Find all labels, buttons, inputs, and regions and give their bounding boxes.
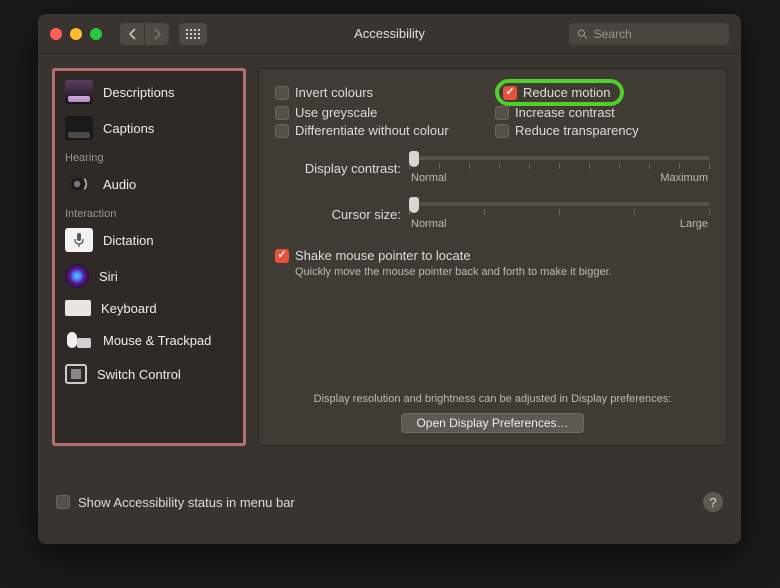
use-greyscale-checkbox[interactable] bbox=[275, 106, 289, 120]
checkbox-label: Differentiate without colour bbox=[295, 123, 449, 138]
checkbox-label: Reduce motion bbox=[523, 85, 610, 100]
cursor-size-slider[interactable] bbox=[409, 202, 710, 206]
checkbox-label: Reduce transparency bbox=[515, 123, 639, 138]
sidebar-group-interaction: Interaction bbox=[55, 202, 243, 222]
shake-pointer-row[interactable]: Shake mouse pointer to locate bbox=[275, 248, 710, 263]
display-contrast-label: Display contrast: bbox=[275, 161, 409, 176]
slider-thumb[interactable] bbox=[409, 151, 419, 167]
sidebar-item-label: Switch Control bbox=[97, 367, 181, 382]
sidebar-item-label: Descriptions bbox=[103, 85, 175, 100]
increase-contrast-checkbox[interactable] bbox=[495, 106, 509, 120]
category-sidebar[interactable]: Descriptions Captions Hearing Audio Inte… bbox=[52, 68, 246, 446]
window-controls bbox=[50, 28, 102, 40]
sidebar-item-dictation[interactable]: Dictation bbox=[55, 222, 243, 258]
display-settings-pane: Invert colours Reduce motion Use greysca… bbox=[258, 68, 727, 446]
forward-button[interactable] bbox=[145, 23, 169, 45]
help-button[interactable]: ? bbox=[703, 492, 723, 512]
reduce-motion-checkbox[interactable] bbox=[503, 86, 517, 100]
display-preferences-hint: Display resolution and brightness can be… bbox=[275, 393, 710, 405]
reduce-transparency-checkbox[interactable] bbox=[495, 124, 509, 138]
search-field-wrap[interactable] bbox=[569, 23, 729, 45]
open-display-preferences-button[interactable]: Open Display Preferences… bbox=[401, 413, 583, 433]
show-all-button[interactable] bbox=[179, 23, 207, 45]
sidebar-item-audio[interactable]: Audio bbox=[55, 166, 243, 202]
sidebar-group-hearing: Hearing bbox=[55, 146, 243, 166]
slider-max-label: Maximum bbox=[660, 172, 708, 184]
search-input[interactable] bbox=[594, 27, 721, 41]
show-accessibility-status-label: Show Accessibility status in menu bar bbox=[78, 495, 295, 510]
use-greyscale-row[interactable]: Use greyscale bbox=[275, 105, 495, 120]
reduce-motion-row[interactable]: Reduce motion bbox=[495, 83, 710, 102]
descriptions-icon bbox=[65, 80, 93, 104]
search-icon bbox=[577, 28, 588, 40]
checkbox-label: Increase contrast bbox=[515, 105, 615, 120]
reduce-motion-highlight: Reduce motion bbox=[495, 79, 624, 106]
siri-icon bbox=[65, 264, 89, 288]
checkbox-label: Shake mouse pointer to locate bbox=[295, 248, 471, 263]
zoom-button[interactable] bbox=[90, 28, 102, 40]
checkbox-label: Invert colours bbox=[295, 85, 373, 100]
sidebar-item-captions[interactable]: Captions bbox=[55, 110, 243, 146]
increase-contrast-row[interactable]: Increase contrast bbox=[495, 105, 710, 120]
checkbox-label: Use greyscale bbox=[295, 105, 377, 120]
sidebar-item-label: Dictation bbox=[103, 233, 154, 248]
sidebar-item-label: Siri bbox=[99, 269, 118, 284]
keyboard-icon bbox=[65, 300, 91, 316]
switch-control-icon bbox=[65, 364, 87, 384]
mouse-trackpad-icon bbox=[65, 328, 93, 352]
sidebar-item-label: Audio bbox=[103, 177, 136, 192]
sidebar-item-label: Keyboard bbox=[101, 301, 157, 316]
sidebar-item-mouse-trackpad[interactable]: Mouse & Trackpad bbox=[55, 322, 243, 358]
slider-min-label: Normal bbox=[411, 172, 446, 184]
audio-icon bbox=[65, 172, 93, 196]
slider-min-label: Normal bbox=[411, 218, 446, 230]
slider-max-label: Large bbox=[680, 218, 708, 230]
invert-colours-row[interactable]: Invert colours bbox=[275, 83, 495, 102]
reduce-transparency-row[interactable]: Reduce transparency bbox=[495, 123, 710, 138]
minimize-button[interactable] bbox=[70, 28, 82, 40]
display-contrast-slider[interactable] bbox=[409, 156, 710, 160]
differentiate-without-colour-row[interactable]: Differentiate without colour bbox=[275, 123, 495, 138]
shake-pointer-checkbox[interactable] bbox=[275, 249, 289, 263]
dictation-icon bbox=[65, 228, 93, 252]
sidebar-item-label: Captions bbox=[103, 121, 154, 136]
sidebar-item-keyboard[interactable]: Keyboard bbox=[55, 294, 243, 322]
shake-pointer-description: Quickly move the mouse pointer back and … bbox=[295, 266, 710, 278]
sidebar-item-label: Mouse & Trackpad bbox=[103, 333, 211, 348]
bottom-bar: Show Accessibility status in menu bar ? bbox=[38, 486, 741, 524]
cursor-size-label: Cursor size: bbox=[275, 207, 409, 222]
sidebar-item-siri[interactable]: Siri bbox=[55, 258, 243, 294]
titlebar: Accessibility bbox=[38, 14, 741, 54]
nav-buttons bbox=[120, 23, 169, 45]
show-accessibility-status-checkbox[interactable] bbox=[56, 495, 70, 509]
back-button[interactable] bbox=[120, 23, 144, 45]
invert-colours-checkbox[interactable] bbox=[275, 86, 289, 100]
sidebar-item-descriptions[interactable]: Descriptions bbox=[55, 74, 243, 110]
sidebar-item-switch-control[interactable]: Switch Control bbox=[55, 358, 243, 390]
accessibility-preferences-window: Accessibility Descriptions Captions Hear… bbox=[38, 14, 741, 544]
grid-icon bbox=[186, 29, 200, 39]
differentiate-without-colour-checkbox[interactable] bbox=[275, 124, 289, 138]
close-button[interactable] bbox=[50, 28, 62, 40]
slider-thumb[interactable] bbox=[409, 197, 419, 213]
captions-icon bbox=[65, 116, 93, 140]
